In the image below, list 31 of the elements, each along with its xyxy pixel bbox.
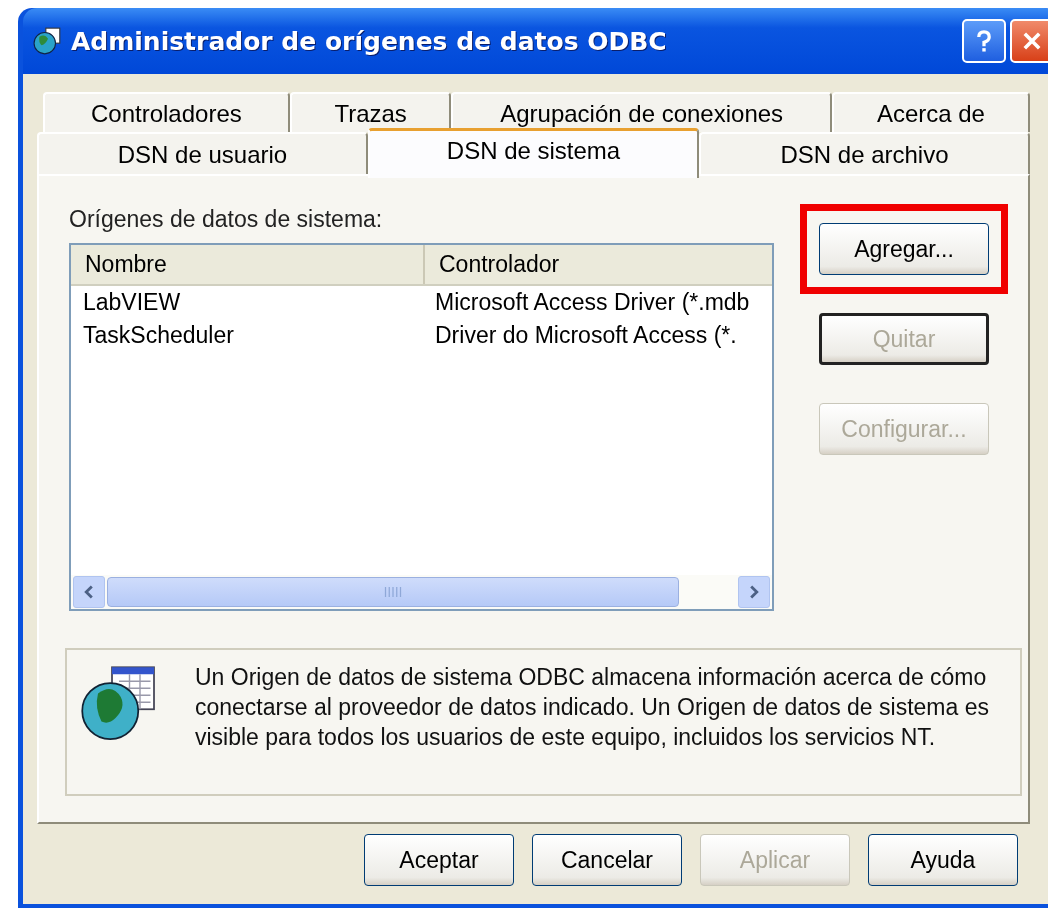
- table-cell-text: Driver do Microsoft Access (*.: [434, 322, 737, 349]
- dialog-button[interactable]: Ayuda: [868, 834, 1018, 886]
- info-text: Un Origen de datos de sistema ODBC almacena información acerca de cómo conectarse al proveedor de datos indicado. Un Origen de datos de sistema es visible para todos los usuarios de este equipo, incluidos los servicios NT.: [195, 663, 990, 752]
- tab[interactable]: Trazas: [289, 92, 452, 132]
- table-cell-text: LabVIEW: [82, 289, 182, 316]
- dialog-button[interactable]: Aceptar: [364, 834, 514, 886]
- tab[interactable]: Controladores: [43, 92, 290, 132]
- grip-icon: [384, 587, 402, 597]
- chevron-left-icon: [82, 585, 96, 599]
- tab[interactable]: DSN de archivo: [699, 132, 1030, 174]
- tab[interactable]: Agrupación de conexiones: [451, 92, 832, 132]
- data-source-list[interactable]: Nombre Controlador LabVIEW Microsoft Access Driver (*.mdb TaskScheduler Driver do Microsoft Access (*.: [69, 243, 774, 611]
- column-header[interactable]: Controlador: [425, 245, 772, 284]
- scroll-left-button[interactable]: [73, 576, 105, 608]
- close-button[interactable]: [1010, 19, 1048, 63]
- scroll-thumb[interactable]: [107, 577, 679, 607]
- chevron-right-icon: [747, 585, 761, 599]
- globe-icon: [33, 26, 63, 56]
- table-cell-text: Microsoft Access Driver (*.mdb: [434, 289, 750, 316]
- table-cell-text: TaskScheduler: [82, 322, 235, 349]
- tab[interactable]: DSN de sistema: [368, 128, 699, 178]
- side-button[interactable]: Agregar...: [819, 223, 989, 275]
- dialog-button[interactable]: Cancelar: [532, 834, 682, 886]
- list-label: Orígenes de datos de sistema:: [69, 206, 384, 233]
- window-title: Administrador de orígenes de datos ODBC: [71, 26, 668, 56]
- horizontal-scrollbar[interactable]: [71, 575, 772, 609]
- scroll-right-button[interactable]: [738, 576, 770, 608]
- tab[interactable]: Acerca de: [831, 92, 1030, 132]
- tab[interactable]: DSN de usuario: [37, 132, 368, 174]
- column-header[interactable]: Nombre: [71, 245, 425, 284]
- help-button[interactable]: [962, 19, 1006, 63]
